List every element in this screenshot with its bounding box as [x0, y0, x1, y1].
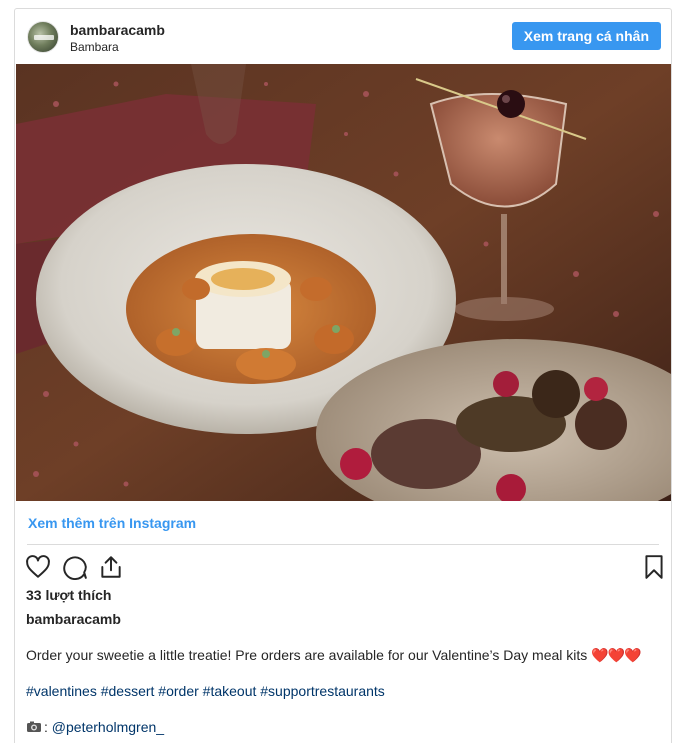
bookmark-icon[interactable]	[641, 554, 667, 580]
divider	[27, 544, 659, 545]
credit-prefix: :	[44, 719, 52, 735]
view-profile-button[interactable]: Xem trang cá nhân	[511, 22, 661, 50]
instagram-embed-card: bambaracamb Bambara Xem trang cá nhân Xe…	[14, 8, 672, 743]
share-icon[interactable]	[98, 554, 124, 580]
post-photo[interactable]	[16, 64, 671, 501]
post-caption: Order your sweetie a little treatie! Pre…	[26, 647, 641, 664]
avatar[interactable]	[27, 21, 59, 53]
heart-icon[interactable]	[25, 554, 51, 580]
post-actions	[25, 554, 663, 580]
caption-username[interactable]: bambaracamb	[26, 611, 121, 627]
header-username[interactable]: bambaracamb	[70, 22, 165, 38]
camera-icon	[26, 720, 42, 732]
header-fullname: Bambara	[70, 40, 119, 54]
caption-text: Order your sweetie a little treatie! Pre…	[26, 647, 588, 663]
dessert-photo	[16, 64, 671, 501]
credit-handle-link[interactable]: @peterholmgren_	[52, 719, 164, 735]
post-header: bambaracamb Bambara Xem trang cá nhân	[15, 9, 671, 63]
like-count[interactable]: 33 lượt thích	[26, 587, 111, 603]
caption-emoji: ❤️❤️❤️	[591, 647, 641, 663]
comment-icon[interactable]	[62, 554, 88, 580]
view-more-on-instagram-link[interactable]: Xem thêm trên Instagram	[28, 515, 196, 531]
hashtag-links[interactable]: #valentines #dessert #order #takeout #su…	[26, 683, 385, 699]
photo-credit: : @peterholmgren_	[26, 719, 164, 735]
